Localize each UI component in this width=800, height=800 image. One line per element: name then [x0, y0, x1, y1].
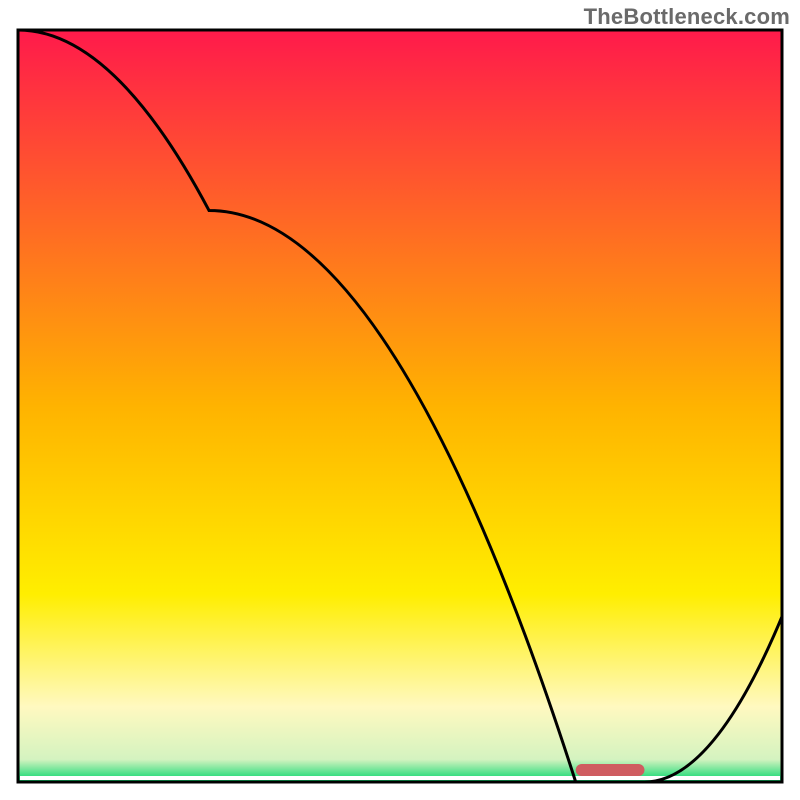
watermark-text: TheBottleneck.com — [584, 4, 790, 30]
plot-background — [18, 30, 782, 782]
bottleneck-chart — [0, 0, 800, 800]
chart-stage: TheBottleneck.com — [0, 0, 800, 800]
target-range-bar — [576, 764, 645, 776]
